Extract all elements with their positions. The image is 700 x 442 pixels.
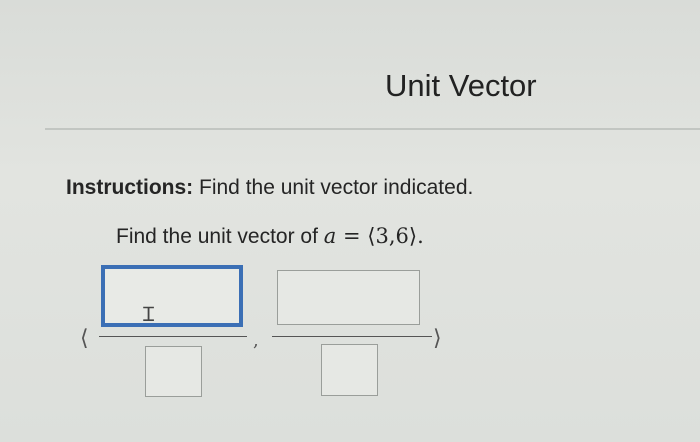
denominator-1-input[interactable] — [145, 346, 202, 397]
fraction-bar-2 — [272, 336, 432, 337]
question-prompt: Find the unit vector of a = ⟨3,6⟩. — [116, 224, 424, 249]
open-angle-bracket: ⟨ — [80, 326, 89, 351]
fraction-bar-1 — [99, 336, 247, 337]
vector-value: ⟨3,6⟩ — [367, 224, 418, 248]
component-separator: , — [253, 330, 259, 351]
question-suffix: . — [417, 224, 424, 248]
numerator-1-input[interactable] — [101, 265, 243, 327]
title-divider — [45, 128, 700, 130]
instructions-text: Find the unit vector indicated. — [193, 176, 474, 199]
instructions-label: Instructions: — [66, 176, 194, 199]
denominator-2-input[interactable] — [321, 344, 378, 396]
vector-variable: a — [323, 224, 337, 248]
numerator-2-input[interactable] — [277, 270, 420, 325]
equals-sign: = — [336, 224, 368, 248]
close-angle-bracket: ⟩ — [433, 326, 442, 351]
question-math: a = ⟨3,6⟩. — [324, 224, 424, 248]
question-prefix: Find the unit vector of — [116, 225, 324, 248]
instructions: Instructions: Find the unit vector indic… — [66, 176, 473, 200]
text-cursor-icon: Ɪ — [143, 302, 155, 326]
page-title: Unit Vector — [385, 68, 537, 103]
